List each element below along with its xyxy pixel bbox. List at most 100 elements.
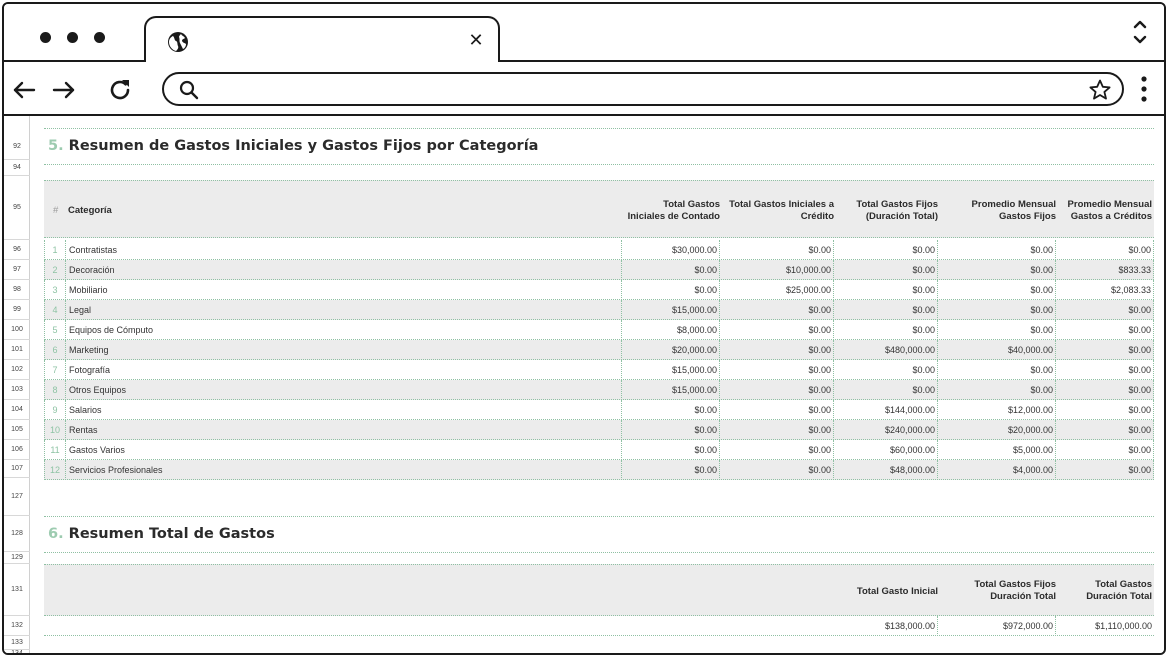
tab-list-chevrons-icon[interactable] <box>1132 18 1148 46</box>
row-index[interactable]: 10 <box>44 420 66 440</box>
row-number[interactable]: 92 <box>4 134 30 160</box>
window-dot-close[interactable] <box>40 32 51 43</box>
total-fijos-cell[interactable]: $0.00 <box>834 260 938 280</box>
row-index[interactable]: 3 <box>44 280 66 300</box>
total-fijos-cell[interactable]: $48,000.00 <box>834 460 938 480</box>
row-index[interactable]: 8 <box>44 380 66 400</box>
row-number[interactable]: 133 <box>4 636 30 650</box>
promedio-fijos-cell[interactable]: $5,000.00 <box>938 440 1056 460</box>
promedio-creditos-cell[interactable]: $0.00 <box>1056 240 1154 260</box>
total-credito-cell[interactable]: $10,000.00 <box>720 260 834 280</box>
total-fijos-cell[interactable]: $0.00 <box>834 300 938 320</box>
total-fijos-cell[interactable]: $0.00 <box>834 380 938 400</box>
promedio-fijos-cell[interactable]: $0.00 <box>938 240 1056 260</box>
promedio-creditos-cell[interactable]: $0.00 <box>1056 400 1154 420</box>
close-icon[interactable]: ✕ <box>466 30 486 52</box>
total-contado-cell[interactable]: $0.00 <box>622 440 720 460</box>
promedio-fijos-cell[interactable]: $20,000.00 <box>938 420 1056 440</box>
promedio-creditos-cell[interactable]: $0.00 <box>1056 460 1154 480</box>
total-fijos-cell[interactable]: $0.00 <box>834 240 938 260</box>
row-number[interactable]: 96 <box>4 240 30 260</box>
promedio-fijos-cell[interactable]: $4,000.00 <box>938 460 1056 480</box>
window-dot-maximize[interactable] <box>94 32 105 43</box>
total-contado-cell[interactable]: $8,000.00 <box>622 320 720 340</box>
promedio-creditos-cell[interactable]: $0.00 <box>1056 300 1154 320</box>
total-credito-cell[interactable]: $0.00 <box>720 400 834 420</box>
total-contado-cell[interactable]: $15,000.00 <box>622 360 720 380</box>
row-number[interactable]: 107 <box>4 460 30 478</box>
categoria-cell[interactable]: Decoración <box>66 260 622 280</box>
total-credito-cell[interactable]: $0.00 <box>720 460 834 480</box>
row-number[interactable]: 102 <box>4 360 30 380</box>
total-credito-cell[interactable]: $0.00 <box>720 380 834 400</box>
total-credito-cell[interactable]: $25,000.00 <box>720 280 834 300</box>
row-number[interactable]: 101 <box>4 340 30 360</box>
row-index[interactable]: 4 <box>44 300 66 320</box>
row-number[interactable]: 98 <box>4 280 30 300</box>
promedio-creditos-cell[interactable]: $0.00 <box>1056 420 1154 440</box>
row-number[interactable]: 94 <box>4 160 30 176</box>
total-credito-cell[interactable]: $0.00 <box>720 420 834 440</box>
total-contado-cell[interactable]: $15,000.00 <box>622 380 720 400</box>
row-number[interactable]: 97 <box>4 260 30 280</box>
promedio-fijos-cell[interactable]: $40,000.00 <box>938 340 1056 360</box>
back-arrow-icon[interactable] <box>10 76 38 104</box>
row-number[interactable]: 106 <box>4 440 30 460</box>
total-contado-cell[interactable]: $0.00 <box>622 420 720 440</box>
bookmark-star-icon[interactable] <box>1088 78 1112 102</box>
row-index[interactable]: 7 <box>44 360 66 380</box>
promedio-fijos-cell[interactable]: $0.00 <box>938 380 1056 400</box>
row-number[interactable]: 104 <box>4 400 30 420</box>
total-fijos-cell[interactable]: $0.00 <box>834 320 938 340</box>
categoria-cell[interactable]: Mobiliario <box>66 280 622 300</box>
promedio-creditos-cell[interactable]: $2,083.33 <box>1056 280 1154 300</box>
promedio-fijos-cell[interactable]: $0.00 <box>938 360 1056 380</box>
promedio-fijos-cell[interactable]: $0.00 <box>938 280 1056 300</box>
categoria-cell[interactable]: Rentas <box>66 420 622 440</box>
forward-arrow-icon[interactable] <box>50 76 78 104</box>
categoria-cell[interactable]: Salarios <box>66 400 622 420</box>
row-number[interactable]: 99 <box>4 300 30 320</box>
total-contado-cell[interactable]: $30,000.00 <box>622 240 720 260</box>
categoria-cell[interactable]: Servicios Profesionales <box>66 460 622 480</box>
promedio-fijos-cell[interactable]: $12,000.00 <box>938 400 1056 420</box>
total-fijos-cell[interactable]: $480,000.00 <box>834 340 938 360</box>
total-contado-cell[interactable]: $15,000.00 <box>622 300 720 320</box>
promedio-creditos-cell[interactable]: $833.33 <box>1056 260 1154 280</box>
promedio-fijos-cell[interactable]: $0.00 <box>938 320 1056 340</box>
total-credito-cell[interactable]: $0.00 <box>720 340 834 360</box>
row-number[interactable]: 128 <box>4 516 30 552</box>
categoria-cell[interactable]: Fotografía <box>66 360 622 380</box>
promedio-creditos-cell[interactable]: $0.00 <box>1056 320 1154 340</box>
total-contado-cell[interactable]: $0.00 <box>622 460 720 480</box>
total-credito-cell[interactable]: $0.00 <box>720 320 834 340</box>
row-index[interactable]: 11 <box>44 440 66 460</box>
row-index[interactable]: 5 <box>44 320 66 340</box>
row-number[interactable]: 132 <box>4 616 30 636</box>
total-gasto-inicial-value[interactable]: $138,000.00 <box>834 616 938 636</box>
row-number[interactable]: 134 <box>4 650 30 653</box>
promedio-creditos-cell[interactable]: $0.00 <box>1056 340 1154 360</box>
row-number[interactable]: 131 <box>4 564 30 616</box>
row-number[interactable]: 95 <box>4 176 30 240</box>
categoria-cell[interactable]: Contratistas <box>66 240 622 260</box>
total-gastos-value[interactable]: $1,110,000.00 <box>1056 616 1154 636</box>
total-gastos-fijos-value[interactable]: $972,000.00 <box>938 616 1056 636</box>
total-fijos-cell[interactable]: $0.00 <box>834 360 938 380</box>
promedio-creditos-cell[interactable]: $0.00 <box>1056 360 1154 380</box>
browser-tab[interactable]: ✕ <box>144 16 500 64</box>
total-credito-cell[interactable]: $0.00 <box>720 300 834 320</box>
url-input[interactable] <box>210 78 1070 102</box>
categoria-cell[interactable]: Marketing <box>66 340 622 360</box>
promedio-creditos-cell[interactable]: $0.00 <box>1056 380 1154 400</box>
address-bar[interactable] <box>162 72 1124 106</box>
row-number[interactable]: 127 <box>4 478 30 516</box>
total-credito-cell[interactable]: $0.00 <box>720 240 834 260</box>
total-contado-cell[interactable]: $0.00 <box>622 260 720 280</box>
reload-icon[interactable] <box>106 76 134 104</box>
total-fijos-cell[interactable]: $240,000.00 <box>834 420 938 440</box>
row-number[interactable]: 129 <box>4 552 30 564</box>
promedio-fijos-cell[interactable]: $0.00 <box>938 260 1056 280</box>
total-contado-cell[interactable]: $0.00 <box>622 280 720 300</box>
row-number[interactable]: 103 <box>4 380 30 400</box>
